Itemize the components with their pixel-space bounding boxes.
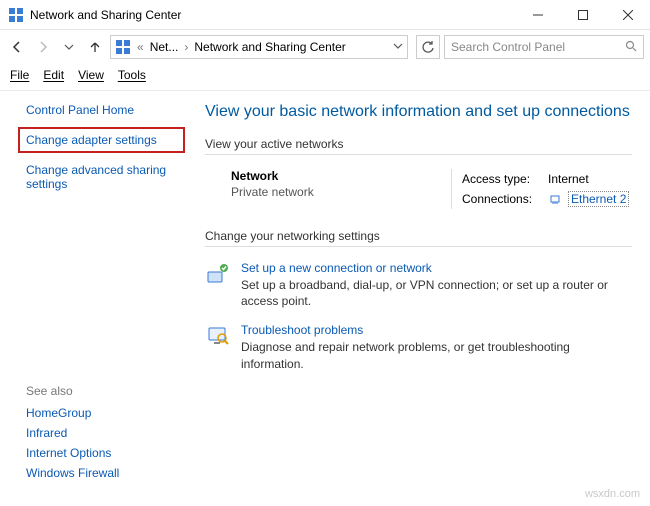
network-name: Network [231,169,441,183]
refresh-button[interactable] [416,35,440,59]
seealso-homegroup[interactable]: HomeGroup [26,406,196,420]
network-type: Private network [231,185,441,199]
page-title: View your basic network information and … [205,103,632,121]
setup-connection-link[interactable]: Set up a new connection or network [241,261,632,275]
networking-settings-header: Change your networking settings [205,229,632,243]
access-type-value: Internet [548,172,589,186]
breadcrumb-sep: « [137,40,144,54]
search-icon [625,40,637,55]
up-button[interactable] [84,36,106,58]
seealso-internet-options[interactable]: Internet Options [26,446,196,460]
breadcrumb-seg2[interactable]: Network and Sharing Center [194,40,345,54]
recent-dropdown[interactable] [58,36,80,58]
setup-connection-desc: Set up a broadband, dial-up, or VPN conn… [241,277,632,309]
divider [205,246,632,247]
sidebar-change-advanced-sharing[interactable]: Change advanced sharing settings [26,163,185,191]
address-dropdown[interactable] [393,40,403,54]
breadcrumb-seg1[interactable]: Net... [150,40,179,54]
sidebar-change-adapter-settings[interactable]: Change adapter settings [18,127,185,153]
address-bar[interactable]: « Net... › Network and Sharing Center [110,35,408,59]
close-button[interactable] [605,0,650,30]
minimize-button[interactable] [515,0,560,30]
menu-file[interactable]: File [10,68,29,82]
see-also-header: See also [26,384,196,398]
troubleshoot-desc: Diagnose and repair network problems, or… [241,339,632,371]
main-panel: View your basic network information and … [195,91,650,382]
troubleshoot-link[interactable]: Troubleshoot problems [241,323,632,337]
connection-link[interactable]: Ethernet 2 [568,191,629,207]
setup-connection-icon [205,261,231,287]
connections-label: Connections: [462,192,542,206]
search-placeholder: Search Control Panel [451,40,625,54]
vertical-divider [451,169,452,209]
see-also: See also HomeGroup Infrared Internet Opt… [26,384,196,486]
active-networks-header: View your active networks [205,137,632,151]
maximize-button[interactable] [560,0,605,30]
menu-edit[interactable]: Edit [43,68,64,82]
troubleshoot-icon [205,323,231,349]
back-button[interactable] [6,36,28,58]
ethernet-icon [548,192,562,206]
menu-bar: File Edit View Tools [0,64,650,91]
menu-view[interactable]: View [78,68,104,82]
watermark: wsxdn.com [585,488,640,500]
app-icon [8,7,24,23]
access-type-label: Access type: [462,172,542,186]
forward-button[interactable] [32,36,54,58]
seealso-windows-firewall[interactable]: Windows Firewall [26,466,196,480]
menu-tools[interactable]: Tools [118,68,146,82]
window-title: Network and Sharing Center [30,8,515,22]
chevron-right-icon: › [184,40,188,54]
search-input[interactable]: Search Control Panel [444,35,644,59]
toolbar: « Net... › Network and Sharing Center Se… [0,30,650,64]
sidebar: Control Panel Home Change adapter settin… [0,91,195,382]
location-icon [115,39,131,55]
seealso-infrared[interactable]: Infrared [26,426,196,440]
title-bar: Network and Sharing Center [0,0,650,30]
sidebar-control-panel-home[interactable]: Control Panel Home [26,103,185,117]
divider [205,154,632,155]
